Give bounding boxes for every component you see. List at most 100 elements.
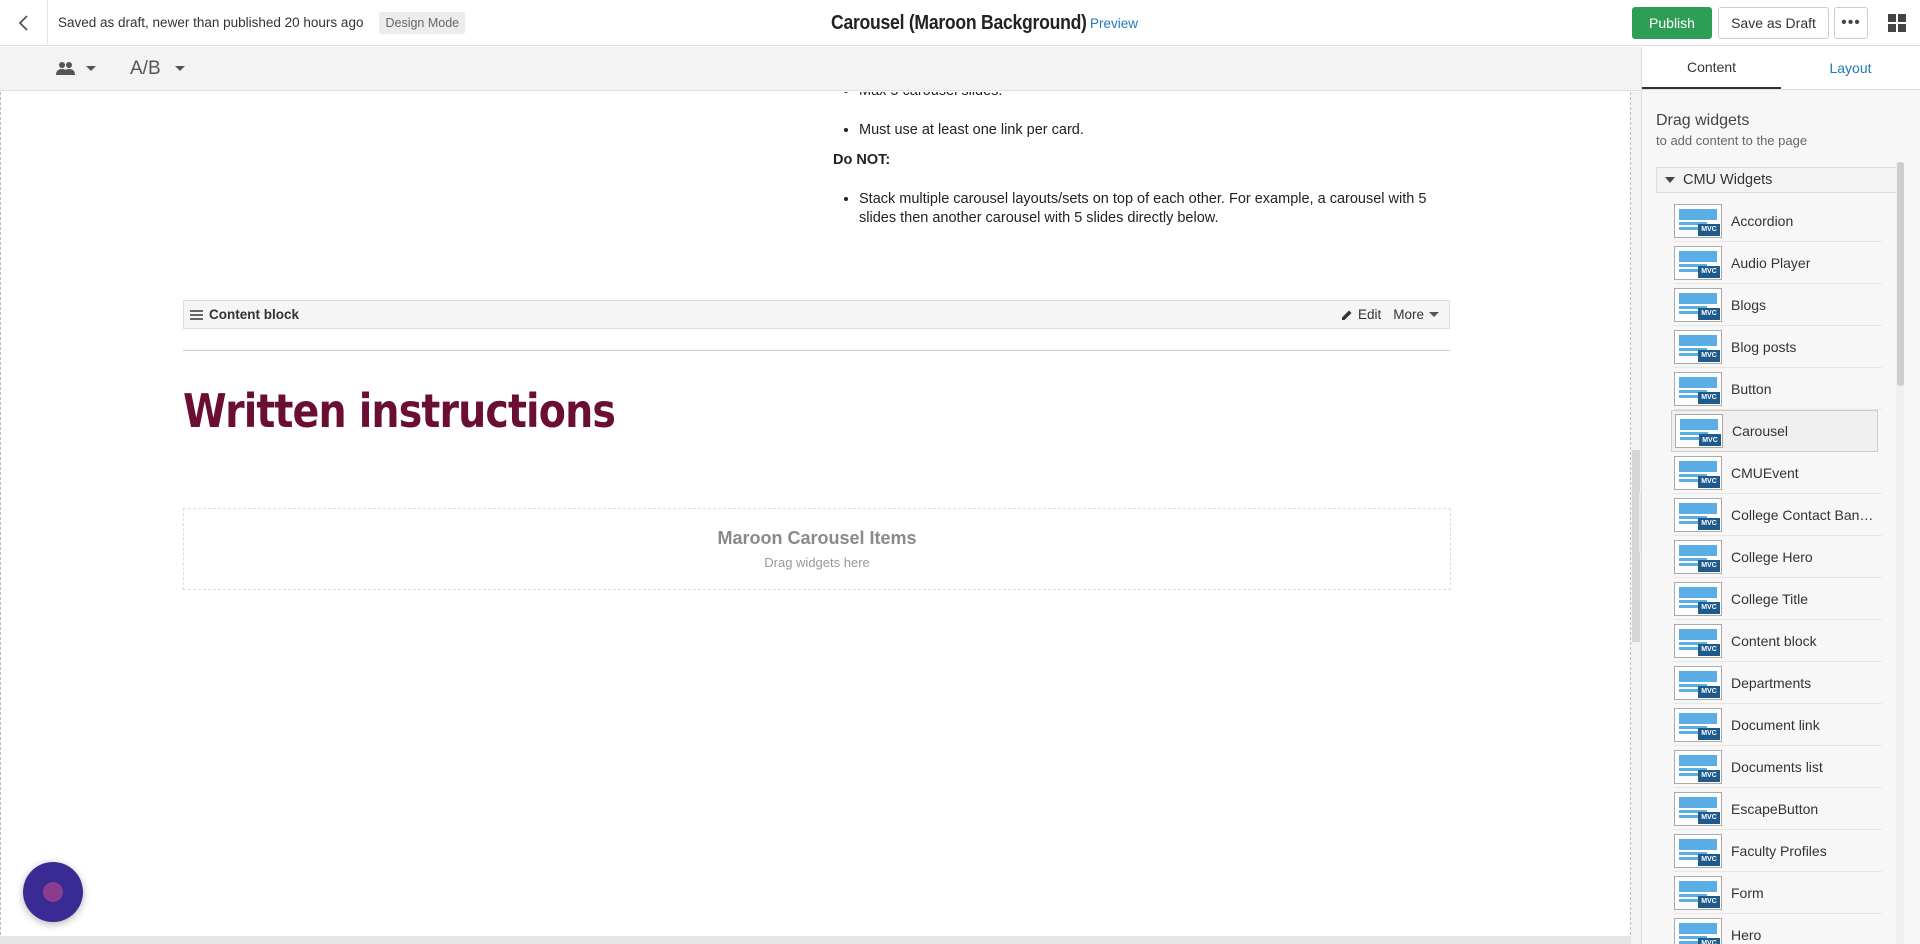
chevron-left-icon bbox=[18, 14, 28, 31]
list-item: Stack multiple carousel layouts/sets on … bbox=[859, 190, 1455, 228]
widget-label: Content block bbox=[1731, 632, 1817, 649]
drop-zone-title: Maroon Carousel Items bbox=[717, 528, 917, 548]
draft-status: Saved as draft, newer than published 20 … bbox=[58, 15, 364, 30]
widget-list: MVC Accordion MVC Audio Player MVC Blogs MVC Bl… bbox=[1671, 200, 1882, 944]
save-as-draft-button[interactable]: Save as Draft bbox=[1718, 7, 1829, 39]
mvc-badge: MVC bbox=[1698, 475, 1720, 488]
chevron-down-icon bbox=[1429, 312, 1439, 317]
chevron-down-icon bbox=[86, 66, 96, 71]
widget-mvc-icon: MVC bbox=[1674, 749, 1722, 784]
design-mode-badge: Design Mode bbox=[379, 11, 466, 34]
widget-label: Carousel bbox=[1732, 423, 1789, 439]
widget-mvc-icon: MVC bbox=[1674, 203, 1722, 238]
content-block-actions: Edit More bbox=[1341, 307, 1439, 322]
panel-scrollbar-thumb[interactable] bbox=[1897, 162, 1904, 386]
widget-mvc-icon: MVC bbox=[1674, 245, 1722, 280]
edit-button[interactable]: Edit bbox=[1341, 307, 1381, 322]
mvc-badge: MVC bbox=[1698, 811, 1720, 824]
widget-item[interactable]: MVC Audio Player bbox=[1674, 242, 1882, 284]
mvc-badge: MVC bbox=[1698, 769, 1720, 782]
tab-content[interactable]: Content bbox=[1642, 47, 1781, 89]
list-item: Must use at least one link per card. bbox=[859, 121, 1455, 140]
editor-toolbar: A/B bbox=[0, 47, 1641, 91]
widget-mvc-icon: MVC bbox=[1674, 623, 1722, 658]
widget-item[interactable]: MVC College Title bbox=[1674, 578, 1882, 620]
widgets-grid-icon[interactable] bbox=[1886, 12, 1908, 34]
widget-mvc-icon: MVC bbox=[1675, 414, 1723, 448]
assistant-fab-button[interactable] bbox=[23, 862, 83, 922]
carousel-drop-zone[interactable]: Maroon Carousel Items Drag widgets here bbox=[183, 508, 1451, 590]
widget-label: Button bbox=[1731, 380, 1772, 397]
widget-label: Hero bbox=[1731, 926, 1762, 943]
drag-widgets-subtitle: to add content to the page bbox=[1656, 133, 1808, 148]
widget-item[interactable]: MVC Blog posts bbox=[1674, 326, 1882, 368]
chevron-down-icon bbox=[174, 66, 185, 71]
widget-item[interactable]: MVC Button bbox=[1674, 368, 1882, 410]
widget-item[interactable]: MVC Carousel bbox=[1671, 410, 1878, 452]
horizontal-scrollbar[interactable] bbox=[0, 936, 1641, 944]
divider bbox=[183, 350, 1450, 351]
mvc-badge: MVC bbox=[1698, 727, 1720, 740]
page-canvas: Max 5 carousel slides. Must use at least… bbox=[0, 92, 1631, 935]
widget-item[interactable]: MVC Form bbox=[1674, 872, 1882, 914]
mvc-badge: MVC bbox=[1698, 349, 1720, 362]
personas-dropdown[interactable] bbox=[56, 61, 96, 77]
preview-link[interactable]: Preview bbox=[1090, 16, 1138, 31]
widget-label: EscapeButton bbox=[1731, 800, 1819, 817]
more-options-button[interactable]: ••• bbox=[1834, 7, 1868, 39]
tab-layout[interactable]: Layout bbox=[1781, 47, 1920, 89]
widget-label: Document link bbox=[1731, 716, 1820, 733]
widget-mvc-icon: MVC bbox=[1674, 791, 1722, 826]
widget-label: Audio Player bbox=[1731, 254, 1811, 271]
widget-label: College Title bbox=[1731, 590, 1809, 607]
widget-mvc-icon: MVC bbox=[1674, 455, 1722, 490]
mvc-badge: MVC bbox=[1698, 517, 1720, 530]
more-dropdown[interactable]: More bbox=[1393, 307, 1439, 322]
back-button[interactable] bbox=[0, 0, 48, 46]
mvc-badge: MVC bbox=[1698, 685, 1720, 698]
widget-group-toggle[interactable]: CMU Widgets bbox=[1656, 167, 1900, 193]
widget-item[interactable]: MVC Hero bbox=[1674, 914, 1882, 944]
mvc-badge: MVC bbox=[1698, 895, 1720, 908]
widget-mvc-icon: MVC bbox=[1674, 833, 1722, 868]
widget-item[interactable]: MVC CMUEvent bbox=[1674, 452, 1882, 494]
ab-test-label: A/B bbox=[130, 57, 161, 79]
widget-label: Departments bbox=[1731, 674, 1812, 691]
widget-mvc-icon: MVC bbox=[1674, 581, 1722, 616]
users-icon bbox=[56, 61, 75, 75]
widget-item[interactable]: MVC Departments bbox=[1674, 662, 1882, 704]
widget-item[interactable]: MVC EscapeButton bbox=[1674, 788, 1882, 830]
panel-tabs: Content Layout bbox=[1642, 47, 1920, 90]
content-block-header[interactable]: Content block Edit More bbox=[183, 300, 1450, 329]
widget-item[interactable]: MVC Blogs bbox=[1674, 284, 1882, 326]
publish-button[interactable]: Publish bbox=[1632, 7, 1712, 39]
widget-mvc-icon: MVC bbox=[1674, 539, 1722, 574]
widget-label: CMUEvent bbox=[1731, 464, 1799, 481]
widget-mvc-icon: MVC bbox=[1674, 917, 1722, 944]
widget-item[interactable]: MVC Documents list bbox=[1674, 746, 1882, 788]
widget-item[interactable]: MVC Accordion bbox=[1674, 200, 1882, 242]
do-not-heading: Do NOT: bbox=[833, 152, 891, 168]
widget-group-label: CMU Widgets bbox=[1683, 172, 1773, 188]
mvc-badge: MVC bbox=[1698, 559, 1720, 572]
list-item: Max 5 carousel slides. bbox=[859, 92, 1455, 101]
widget-mvc-icon: MVC bbox=[1674, 329, 1722, 364]
widget-item[interactable]: MVC Content block bbox=[1674, 620, 1882, 662]
widget-label: Faculty Profiles bbox=[1731, 842, 1827, 859]
mvc-badge: MVC bbox=[1698, 265, 1720, 278]
widget-label: Form bbox=[1731, 884, 1764, 901]
widget-item[interactable]: MVC Document link bbox=[1674, 704, 1882, 746]
widget-mvc-icon: MVC bbox=[1674, 287, 1722, 322]
mvc-badge: MVC bbox=[1698, 391, 1720, 404]
mvc-badge: MVC bbox=[1698, 601, 1720, 614]
mvc-badge: MVC bbox=[1698, 937, 1720, 944]
widget-item[interactable]: MVC College Contact Bann... bbox=[1674, 494, 1882, 536]
page-title: Carousel (Maroon Background) bbox=[831, 12, 1087, 34]
widget-item[interactable]: MVC College Hero bbox=[1674, 536, 1882, 578]
widget-item[interactable]: MVC Faculty Profiles bbox=[1674, 830, 1882, 872]
drag-handle-icon[interactable] bbox=[190, 309, 203, 320]
section-heading: Written instructions bbox=[183, 384, 616, 438]
widget-label: College Contact Bann... bbox=[1731, 506, 1876, 523]
ab-test-dropdown[interactable]: A/B bbox=[130, 58, 185, 80]
widget-label: Documents list bbox=[1731, 758, 1823, 775]
